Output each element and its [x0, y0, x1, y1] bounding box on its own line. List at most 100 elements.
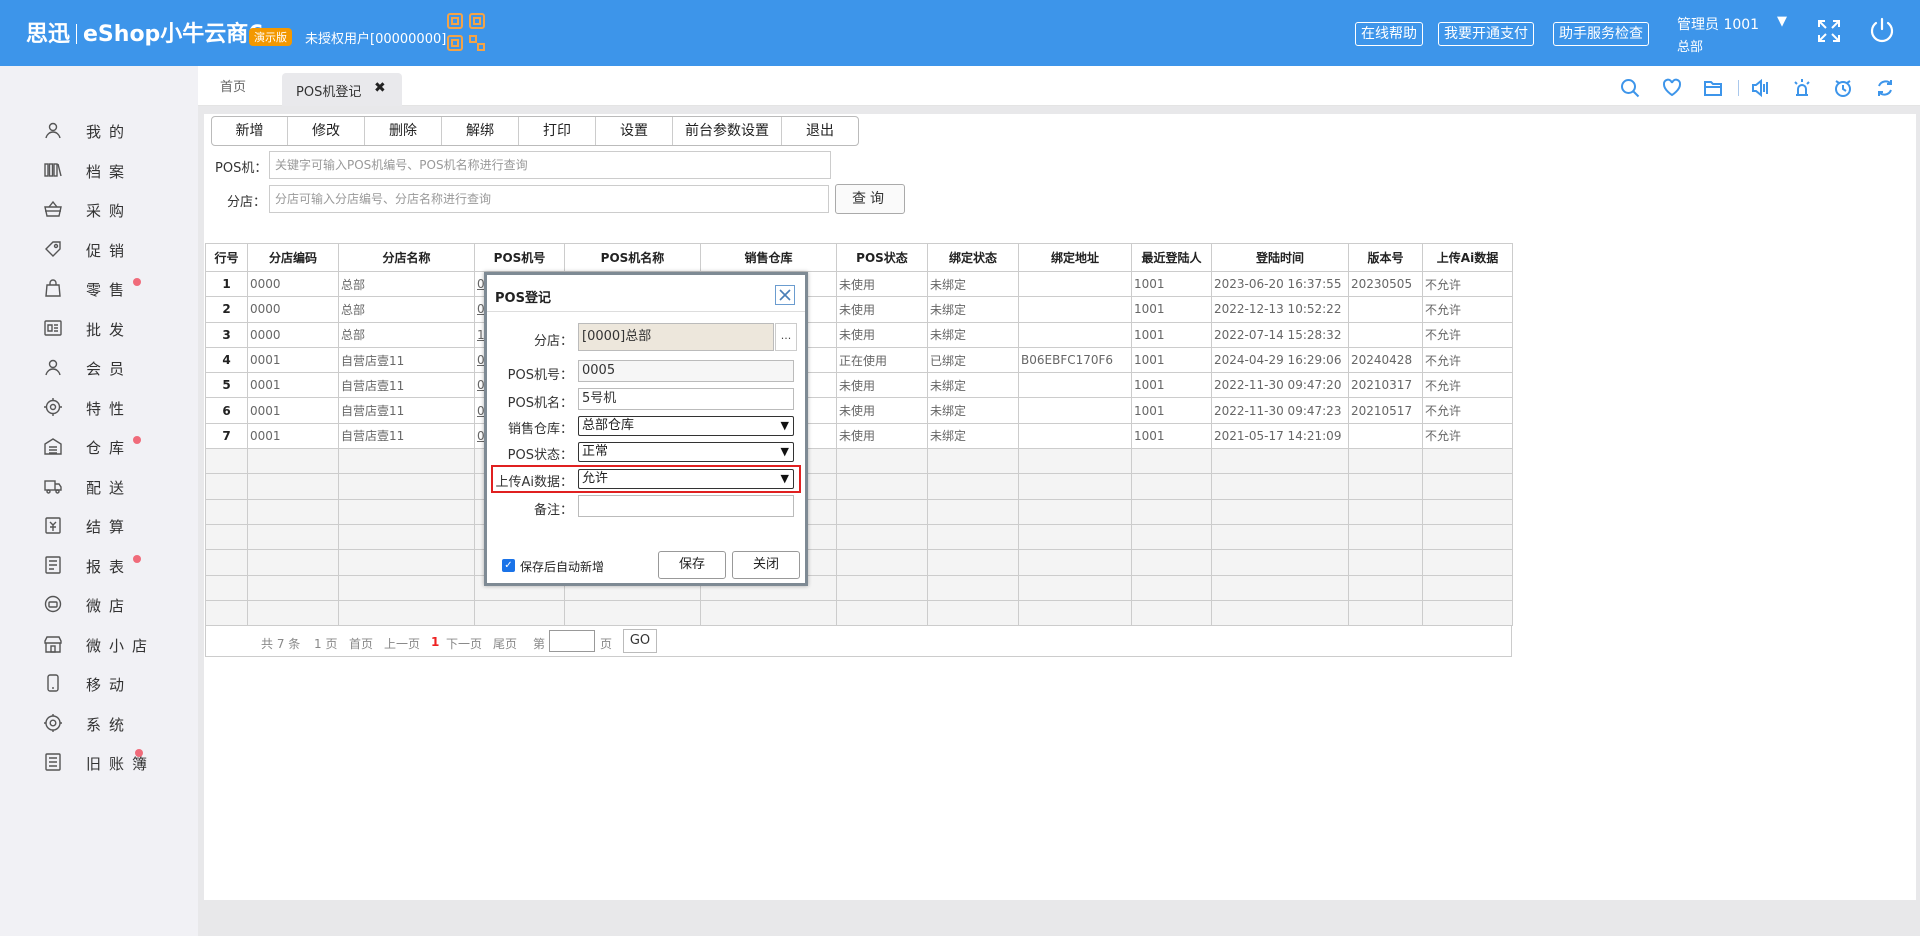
column-header[interactable]: 登陆时间 — [1211, 243, 1349, 272]
sidebar-item-delivery[interactable]: 配送 — [44, 471, 164, 501]
tab-home[interactable]: 首页 — [220, 76, 246, 95]
column-header[interactable]: POS机号 — [474, 243, 565, 272]
dialog-close-icon[interactable] — [775, 285, 795, 305]
sidebar-item-wholesale[interactable]: 批发 — [44, 313, 164, 343]
shop-picker-button[interactable]: ... — [775, 323, 797, 351]
column-header[interactable]: POS机名称 — [564, 243, 701, 272]
table-row[interactable]: 4 0001 自营店壹11 0 正在使用 已绑定 B06EBFC170F6 1001 2024-… — [205, 346, 1513, 374]
tab-pos-register[interactable]: POS机登记 ✖ — [282, 73, 402, 106]
search-icon[interactable] — [1620, 78, 1640, 98]
empty-cell — [836, 574, 928, 601]
tab-close-icon[interactable]: ✖ — [374, 80, 386, 96]
sidebar-item-settlement[interactable]: 结算 — [44, 510, 164, 540]
pos-status-select[interactable]: 正常 ▼ — [578, 442, 794, 462]
column-header[interactable]: 分店名称 — [338, 243, 475, 272]
heart-icon[interactable] — [1662, 78, 1682, 98]
sidebar-item-report[interactable]: 报表 — [44, 550, 164, 580]
row-number-cell: 4 — [205, 346, 248, 374]
close-button[interactable]: 关闭 — [732, 551, 800, 579]
settings-button[interactable]: 设置 — [596, 117, 673, 145]
add-button[interactable]: 新增 — [212, 117, 288, 145]
folder-icon[interactable] — [1703, 78, 1723, 98]
delete-button[interactable]: 删除 — [365, 117, 442, 145]
fullscreen-icon[interactable] — [1816, 18, 1842, 44]
empty-cell — [1211, 448, 1349, 475]
speaker-icon[interactable] — [1751, 78, 1771, 98]
prev-page-link[interactable]: 上一页 — [384, 635, 420, 652]
shop-search-input[interactable]: 分店可输入分店编号、分店名称进行查询 — [269, 185, 829, 213]
empty-cell — [927, 599, 1019, 627]
column-header[interactable]: 最近登陆人 — [1131, 243, 1212, 272]
empty-cell — [1018, 549, 1132, 576]
first-page-link[interactable]: 首页 — [349, 635, 373, 652]
column-header[interactable]: 行号 — [205, 243, 248, 272]
enable-payment-button[interactable]: 我要开通支付 — [1438, 22, 1534, 46]
notification-dot — [135, 749, 143, 757]
table-row[interactable]: 3 0000 总部 1 未使用 未绑定 1001 2022-07-14 15:28:32 不允许 — [205, 321, 1513, 348]
sidebar-item-purchase[interactable]: 采购 — [44, 194, 164, 224]
query-button[interactable]: 查询 — [835, 184, 905, 214]
sidebar-item-feature[interactable]: 特性 — [44, 392, 164, 422]
save-button[interactable]: 保存 — [658, 551, 726, 579]
empty-cell — [1348, 599, 1423, 627]
sidebar-item-old-ledger[interactable]: 旧账簿 — [44, 747, 164, 777]
print-button[interactable]: 打印 — [519, 117, 596, 145]
table-row[interactable]: 2 0000 总部 0 未使用 未绑定 1001 2022-12-13 10:52:22 不允许 — [205, 296, 1513, 323]
column-header[interactable]: 销售仓库 — [700, 243, 837, 272]
table-cell — [1018, 372, 1132, 399]
mini-store-icon — [44, 635, 62, 653]
auto-new-checkbox[interactable]: ✓ — [502, 559, 515, 572]
sidebar-item-mini-store[interactable]: 微小店 — [44, 629, 164, 659]
upload-ai-select[interactable]: 允许 ▼ — [578, 469, 794, 489]
sidebar-item-archive[interactable]: 档案 — [44, 155, 164, 185]
row-number-cell: 7 — [205, 422, 248, 450]
frontend-params-button[interactable]: 前台参数设置 — [673, 117, 782, 145]
pos-name-field[interactable]: 5号机 — [578, 388, 794, 410]
column-header[interactable]: 绑定地址 — [1018, 243, 1132, 272]
sidebar-item-mobile[interactable]: 移动 — [44, 668, 164, 698]
user-name[interactable]: 管理员 1001 — [1677, 14, 1759, 34]
micro-shop-icon — [44, 595, 62, 613]
edit-button[interactable]: 修改 — [288, 117, 365, 145]
refresh-icon[interactable] — [1875, 78, 1895, 98]
clock-icon[interactable] — [1833, 78, 1853, 98]
sidebar-item-system[interactable]: 系统 — [44, 708, 164, 738]
last-page-link[interactable]: 尾页 — [493, 635, 517, 652]
empty-cell — [1348, 473, 1423, 500]
page-count: 1 页 — [314, 637, 338, 651]
sidebar-item-micro-shop[interactable]: 微店 — [44, 589, 164, 619]
exit-button[interactable]: 退出 — [782, 117, 858, 145]
column-header[interactable]: 版本号 — [1348, 243, 1423, 272]
column-header[interactable]: 分店编码 — [247, 243, 339, 272]
column-header[interactable]: 绑定状态 — [927, 243, 1019, 272]
sidebar-item-retail[interactable]: 零售 — [44, 273, 164, 303]
shop-field[interactable]: [0000]总部 — [578, 323, 774, 351]
remark-field[interactable] — [578, 495, 794, 517]
column-header[interactable]: 上传Ai数据 — [1422, 243, 1513, 272]
page-number-input[interactable] — [549, 630, 595, 652]
goto-suffix: 页 — [600, 637, 613, 651]
pos-number-field[interactable]: 0005 — [578, 360, 794, 382]
go-button[interactable]: GO — [623, 629, 657, 653]
online-help-button[interactable]: 在线帮助 — [1355, 22, 1423, 46]
alarm-light-icon[interactable] — [1792, 78, 1812, 98]
pos-search-input[interactable]: 关键字可输入POS机编号、POS机名称进行查询 — [269, 151, 831, 179]
next-page-link[interactable]: 下一页 — [446, 635, 482, 652]
sidebar-item-mine[interactable]: 我的 — [44, 115, 164, 145]
empty-cell — [1422, 473, 1513, 500]
sidebar-item-promotion[interactable]: 促销 — [44, 234, 164, 264]
table-row[interactable]: 1 0000 总部 0 未使用 未绑定 1001 2023-06-20 16:37:55 202… — [205, 270, 1513, 298]
unbind-button[interactable]: 解绑 — [442, 117, 519, 145]
user-menu-caret-icon[interactable]: ▼ — [1777, 14, 1787, 29]
table-row[interactable]: 7 0001 自营店壹11 0 未使用 未绑定 1001 2021-05-17 14:21:0… — [205, 422, 1513, 450]
warehouse-select[interactable]: 总部仓库 ▼ — [578, 416, 794, 436]
column-header[interactable]: POS状态 — [836, 243, 928, 272]
sidebar-item-warehouse[interactable]: 仓库 — [44, 431, 164, 461]
qr-code-icon[interactable] — [446, 12, 486, 52]
table-row[interactable]: 5 0001 自营店壹11 0 未使用 未绑定 1001 2022-11-30 09:47:2… — [205, 372, 1513, 399]
assistant-check-button[interactable]: 助手服务检查 — [1553, 22, 1649, 46]
sidebar-item-label: 我的 — [86, 123, 133, 141]
power-icon[interactable] — [1868, 16, 1896, 44]
table-row[interactable]: 6 0001 自营店壹11 0 未使用 未绑定 1001 2022-11-30 09:47:2… — [205, 397, 1513, 424]
sidebar-item-member[interactable]: 会员 — [44, 352, 164, 382]
